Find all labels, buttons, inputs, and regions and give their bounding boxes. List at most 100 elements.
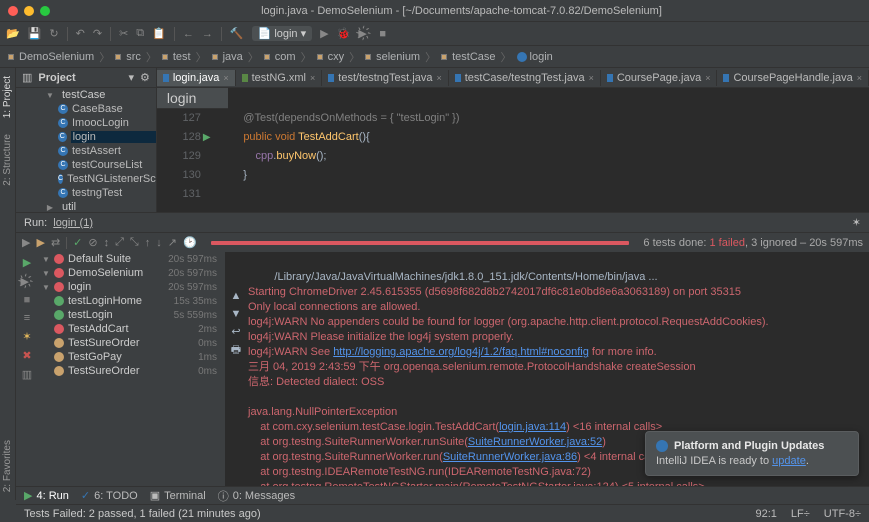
- test-row[interactable]: testLogin5s 559ms: [38, 308, 225, 322]
- test-row[interactable]: TestGoPay1ms: [38, 350, 225, 364]
- test-row[interactable]: ▼login20s 597ms: [38, 280, 225, 294]
- collapse-icon[interactable]: ⤡: [130, 236, 139, 249]
- tab-favorites[interactable]: 2: Favorites: [1, 432, 14, 500]
- tree-item[interactable]: CaseBase: [72, 103, 123, 115]
- test-row[interactable]: TestAddCart2ms: [38, 322, 225, 336]
- caret-position[interactable]: 92:1: [756, 508, 777, 520]
- scroll-top-icon[interactable]: ▲: [231, 289, 242, 303]
- bc-item[interactable]: cxy: [328, 51, 345, 63]
- tab-terminal[interactable]: ▣ Terminal: [150, 489, 206, 502]
- run-icon[interactable]: ▶: [23, 256, 31, 269]
- collapse-icon[interactable]: ▾: [128, 71, 134, 84]
- open-icon[interactable]: 📂: [6, 27, 20, 40]
- debug-icon[interactable]: ▶҉: [20, 275, 33, 288]
- test-row[interactable]: TestSureOrder0ms: [38, 364, 225, 378]
- wrap-icon[interactable]: ↩: [231, 325, 240, 339]
- dump-icon[interactable]: ≡: [24, 312, 30, 324]
- tab-messages[interactable]: ⓘ 0: Messages: [218, 488, 295, 504]
- bc-item[interactable]: testCase: [452, 51, 495, 63]
- expand-icon[interactable]: ⤢: [115, 236, 124, 249]
- close-icon[interactable]: ×: [436, 73, 441, 83]
- run-config-tab[interactable]: login (1): [53, 217, 93, 229]
- line-sep[interactable]: LF÷: [791, 508, 810, 520]
- tree-item[interactable]: ImoocLogin: [72, 117, 129, 129]
- export-icon[interactable]: ↗: [168, 236, 177, 249]
- settings-icon[interactable]: ✶: [852, 216, 861, 229]
- bc-item[interactable]: src: [126, 51, 141, 63]
- editor-tab[interactable]: testCase/testngTest.java×: [449, 70, 601, 86]
- close-icon[interactable]: ×: [705, 73, 710, 83]
- bc-item[interactable]: DemoSelenium: [19, 51, 94, 63]
- stack-link[interactable]: SuiteRunnerWorker.java:52: [468, 436, 602, 448]
- bc-item[interactable]: login: [530, 51, 553, 63]
- tree-folder[interactable]: testCase: [62, 89, 105, 101]
- scroll-bot-icon[interactable]: ▼: [231, 307, 242, 321]
- tab-structure[interactable]: 2: Structure: [1, 126, 14, 194]
- update-popup[interactable]: Platform and Plugin Updates IntelliJ IDE…: [645, 431, 859, 476]
- refresh-icon[interactable]: ↻: [49, 27, 58, 40]
- run-icon[interactable]: ▶: [320, 27, 328, 40]
- run-gutter-icon[interactable]: ▶: [203, 128, 211, 147]
- coverage-icon[interactable]: ▶҉: [358, 27, 371, 40]
- update-link[interactable]: update: [772, 455, 806, 467]
- debug-icon[interactable]: 🐞: [337, 27, 351, 40]
- tree-item[interactable]: testngTest: [72, 187, 122, 199]
- hide-skip-icon[interactable]: ⊘: [88, 236, 97, 249]
- code-content[interactable]: @Test(dependsOnMethods = { "testLogin" }…: [209, 109, 869, 212]
- cut-icon[interactable]: ✂: [119, 27, 128, 40]
- project-tree[interactable]: ▼testCase CCaseBase CImoocLogin Clogin C…: [16, 88, 156, 212]
- toggle-icon[interactable]: ⇄: [51, 236, 60, 249]
- close-icon[interactable]: [8, 6, 18, 16]
- tab-run[interactable]: ▶4: Run: [24, 489, 69, 502]
- encoding[interactable]: UTF-8÷: [824, 508, 861, 520]
- redo-icon[interactable]: ↷: [93, 27, 102, 40]
- test-tree[interactable]: ▼Default Suite20s 597ms▼DemoSelenium20s …: [38, 252, 226, 486]
- tree-item[interactable]: testCourseList: [72, 159, 142, 171]
- hide-pass-icon[interactable]: ✓: [73, 236, 82, 249]
- layout-icon[interactable]: ▥: [22, 368, 32, 381]
- pin-icon[interactable]: ✶: [22, 330, 31, 343]
- bc-item[interactable]: com: [275, 51, 296, 63]
- close-icon[interactable]: ×: [589, 73, 594, 83]
- editor-tab[interactable]: CoursePageHandle.java×: [717, 70, 869, 86]
- tab-project[interactable]: 1: Project: [1, 68, 14, 126]
- history-icon[interactable]: 🕑: [183, 236, 197, 249]
- code-editor[interactable]: 127 128▶ 129 130 131 @Test(dependsOnMeth…: [157, 109, 869, 212]
- editor-tab[interactable]: CoursePage.java×: [601, 70, 718, 86]
- bc-item[interactable]: java: [223, 51, 243, 63]
- stop-icon[interactable]: ■: [24, 294, 31, 306]
- save-icon[interactable]: 💾: [28, 27, 42, 40]
- copy-icon[interactable]: ⧉: [136, 27, 144, 40]
- log4j-link[interactable]: http://logging.apache.org/log4j/1.2/faq.…: [333, 346, 589, 358]
- file-nav-label[interactable]: login: [157, 88, 229, 109]
- editor-tab[interactable]: testNG.xml×: [236, 70, 323, 86]
- build-icon[interactable]: 🔨: [230, 27, 244, 40]
- stack-link[interactable]: login.java:114: [499, 421, 566, 433]
- forward-icon[interactable]: →: [202, 28, 213, 40]
- test-row[interactable]: testLoginHome15s 35ms: [38, 294, 225, 308]
- stop-icon[interactable]: ■: [379, 28, 386, 40]
- tree-item[interactable]: testAssert: [72, 145, 121, 157]
- settings-icon[interactable]: ⚙: [140, 71, 150, 84]
- paste-icon[interactable]: 📋: [152, 27, 166, 40]
- back-icon[interactable]: ←: [183, 28, 194, 40]
- stack-link[interactable]: SuiteRunnerWorker.java:86: [443, 451, 577, 463]
- run-config-select[interactable]: 📄 login ▾: [252, 26, 313, 41]
- tree-folder[interactable]: util: [62, 201, 76, 212]
- print-icon[interactable]: 🖶: [231, 343, 241, 357]
- zoom-icon[interactable]: [40, 6, 50, 16]
- close-icon[interactable]: ×: [223, 73, 228, 83]
- tab-todo[interactable]: ✓6: TODO: [81, 489, 138, 502]
- sort-icon[interactable]: ↕: [104, 237, 110, 249]
- tree-item-selected[interactable]: login: [71, 131, 156, 143]
- minimize-icon[interactable]: [24, 6, 34, 16]
- editor-tab[interactable]: login.java×: [157, 70, 236, 86]
- bc-item[interactable]: selenium: [376, 51, 420, 63]
- rerun-icon[interactable]: ▶: [22, 236, 30, 249]
- rerun-failed-icon[interactable]: ▶: [36, 236, 44, 249]
- test-row[interactable]: ▼Default Suite20s 597ms: [38, 252, 225, 266]
- bc-item[interactable]: test: [173, 51, 191, 63]
- tree-item[interactable]: TestNGListenerScreenShot: [67, 173, 157, 185]
- close-icon[interactable]: ✖: [22, 349, 31, 362]
- next-icon[interactable]: ↓: [156, 237, 162, 249]
